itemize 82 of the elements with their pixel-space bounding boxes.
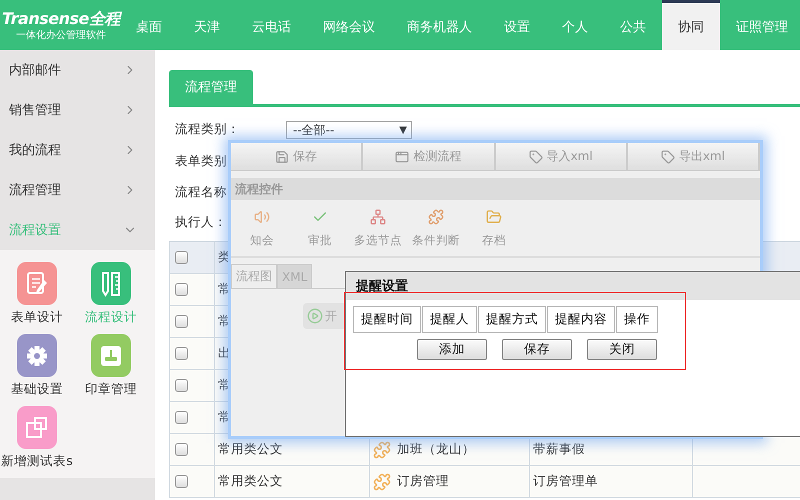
app-label[interactable]: 印章管理	[85, 381, 137, 398]
sidebar-item[interactable]: 销售管理	[0, 90, 155, 130]
nav-tab[interactable]: 个人	[546, 0, 604, 50]
node-tool[interactable]: 多选节点	[349, 200, 407, 256]
tag-icon	[528, 150, 543, 164]
app-tile[interactable]	[17, 334, 57, 377]
slogan: 一体化办公管理软件	[16, 30, 107, 42]
start-button[interactable]: 开	[303, 303, 347, 329]
checkbox[interactable]	[175, 411, 188, 424]
speaker-icon	[254, 208, 270, 224]
toolbar-button[interactable]: 检测流程	[363, 143, 496, 170]
dialog-button[interactable]: 关闭	[587, 339, 657, 360]
nav-tab[interactable]: 天津	[178, 0, 236, 50]
toolbar-button[interactable]: 导出xml	[628, 143, 760, 170]
document-pen-icon	[26, 270, 48, 296]
dialog-title: 提醒设置	[346, 272, 800, 300]
app-tile[interactable]	[17, 406, 57, 449]
save-icon	[275, 150, 290, 164]
column-header: 提醒人	[422, 306, 477, 333]
nav-tab[interactable]: 网络会议	[306, 0, 391, 50]
column-header: 操作	[616, 306, 658, 333]
node-tool[interactable]: 条件判断	[407, 200, 465, 256]
section-title: 流程控件	[231, 178, 760, 200]
app-label[interactable]: 新增测试表s	[1, 453, 73, 470]
table-cell: 带薪事假	[533, 441, 585, 458]
tag-icon	[660, 150, 675, 164]
puzzle-icon	[373, 440, 391, 458]
window-icon	[395, 150, 410, 164]
dialog-button[interactable]: 保存	[502, 339, 572, 360]
table-cell: 订房管理单	[533, 473, 598, 490]
nav-tab[interactable]: 协同	[662, 0, 720, 50]
nav-tab[interactable]: 证照管理	[720, 0, 800, 50]
dialog-button[interactable]: 添加	[417, 339, 487, 360]
table-cell: 常用类公文	[218, 473, 283, 490]
checkbox[interactable]	[175, 379, 188, 392]
sidebar-item[interactable]: 流程管理	[0, 170, 155, 210]
checkbox[interactable]	[175, 475, 188, 488]
column-header: 提醒方式	[478, 306, 546, 333]
puzzle-icon	[373, 472, 391, 490]
table-cell: 订房管理	[397, 473, 449, 490]
sidebar-item[interactable]: 流程设置	[0, 210, 155, 250]
filter-label: 流程名称	[175, 184, 227, 200]
checkbox[interactable]	[175, 283, 188, 296]
node-tool[interactable]: 知会	[233, 200, 291, 256]
network-icon	[370, 208, 386, 224]
table-cell: 加班（龙山）	[397, 441, 475, 458]
app-label[interactable]: 基础设置	[11, 381, 63, 398]
toolbar-button[interactable]: 导入xml	[496, 143, 628, 170]
checkbox[interactable]	[175, 315, 188, 328]
windows-icon	[26, 414, 48, 440]
app-tile[interactable]	[17, 262, 57, 305]
sidebar-item[interactable]: 我的流程	[0, 130, 155, 170]
table-cell: 常用类公文	[218, 441, 283, 458]
nav-tab[interactable]: 云电话	[236, 0, 307, 50]
app-label[interactable]: 表单设计	[11, 309, 63, 326]
play-icon	[307, 308, 323, 324]
nav-tab[interactable]: 设置	[488, 0, 546, 50]
filter-label: 执行人：	[175, 214, 227, 230]
column-header: 提醒时间	[353, 306, 421, 333]
main-tab[interactable]: 流程管理	[169, 70, 253, 104]
toolbar-button[interactable]: 保存	[231, 143, 364, 170]
pencil-ruler-icon	[100, 270, 122, 296]
sidebar-item[interactable]: 内部邮件	[0, 50, 155, 90]
checkbox[interactable]	[175, 251, 188, 264]
checkbox[interactable]	[175, 347, 188, 360]
filter-label: 表单类别	[175, 152, 227, 170]
nav-tab[interactable]: 商务机器人	[390, 0, 488, 50]
column-header: 提醒内容	[547, 306, 615, 333]
editor-tab[interactable]: 流程图	[231, 264, 277, 288]
dropdown-arrow: ▼	[399, 124, 407, 136]
node-tool[interactable]: 审批	[291, 200, 349, 256]
select-field[interactable]: --全部-- ▼	[286, 121, 412, 139]
app-tile[interactable]	[91, 262, 131, 305]
app-tile[interactable]	[91, 334, 131, 377]
puzzle-icon	[428, 208, 444, 224]
folder-icon	[486, 208, 502, 224]
app-label[interactable]: 流程设计	[85, 309, 137, 326]
nav-tab[interactable]: 公共	[604, 0, 662, 50]
filter-label: 流程类别：	[175, 121, 240, 138]
node-tool[interactable]: 存档	[465, 200, 523, 256]
checkbox[interactable]	[175, 443, 188, 456]
logo-text: Transense全程	[2, 8, 120, 30]
